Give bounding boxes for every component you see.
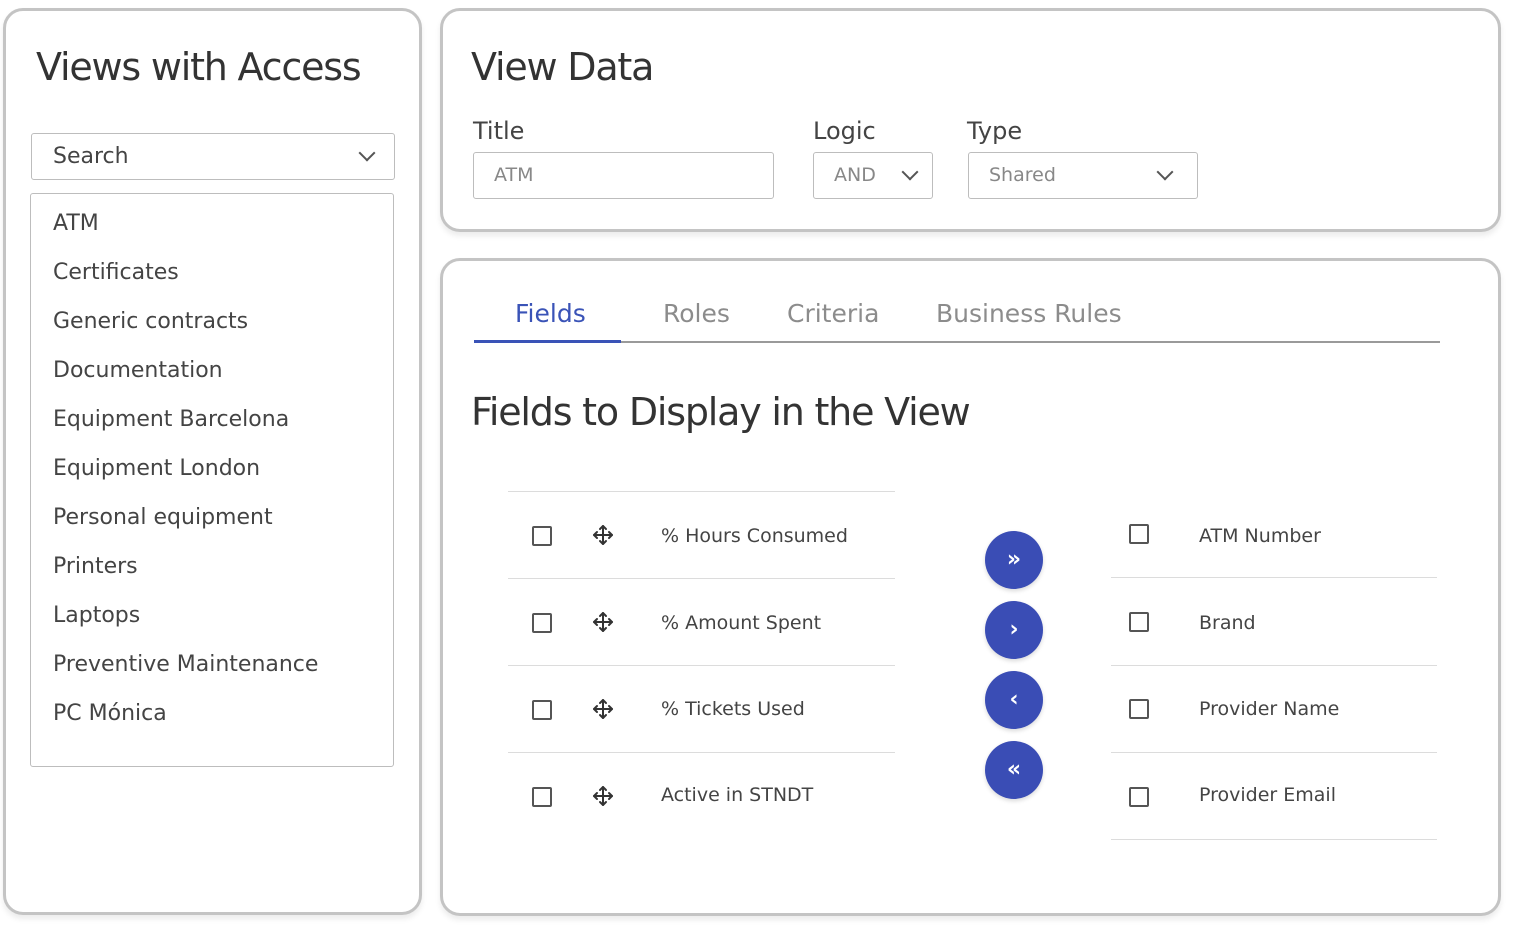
views-panel-title: Views with Access	[36, 45, 362, 89]
list-item-documentation[interactable]: Documentation	[53, 358, 223, 383]
move-icon[interactable]	[592, 611, 614, 633]
tab-fields[interactable]: Fields	[515, 299, 586, 328]
remove-all-button[interactable]: «	[985, 741, 1043, 799]
list-item-pc-monica[interactable]: PC Mónica	[53, 701, 167, 726]
field-name: Provider Email	[1199, 784, 1336, 806]
tab-business-rules[interactable]: Business Rules	[936, 299, 1122, 328]
field-checkbox[interactable]	[1129, 699, 1149, 719]
move-icon[interactable]	[592, 524, 614, 546]
field-checkbox[interactable]	[532, 700, 552, 720]
logic-label: Logic	[813, 117, 876, 145]
type-label: Type	[967, 117, 1023, 145]
list-item-personal-equipment[interactable]: Personal equipment	[53, 505, 273, 530]
field-checkbox[interactable]	[532, 613, 552, 633]
views-list: ATM Certificates Generic contracts Docum…	[30, 193, 394, 767]
remove-button[interactable]: ‹	[985, 671, 1043, 729]
search-dropdown[interactable]: Search	[31, 133, 395, 180]
logic-select[interactable]: AND	[813, 152, 933, 199]
search-dropdown-label: Search	[53, 144, 129, 169]
move-icon[interactable]	[592, 785, 614, 807]
views-with-access-panel: Views with Access Search ATM Certificate…	[3, 8, 422, 915]
field-name: % Hours Consumed	[661, 525, 848, 547]
type-select-value: Shared	[989, 164, 1056, 186]
field-checkbox[interactable]	[1129, 524, 1149, 544]
chevron-down-icon	[901, 163, 919, 181]
row-divider	[1111, 665, 1437, 666]
view-data-title: View Data	[471, 45, 654, 89]
list-item-preventive-maintenance[interactable]: Preventive Maintenance	[53, 652, 318, 677]
list-item-equipment-london[interactable]: Equipment London	[53, 456, 260, 481]
field-checkbox[interactable]	[1129, 612, 1149, 632]
field-name: Provider Name	[1199, 698, 1340, 720]
title-input[interactable]: ATM	[473, 152, 774, 199]
row-divider	[508, 491, 895, 492]
list-item-generic-contracts[interactable]: Generic contracts	[53, 309, 248, 334]
add-all-button[interactable]: »	[985, 531, 1043, 589]
list-item-printers[interactable]: Printers	[53, 554, 138, 579]
type-select[interactable]: Shared	[968, 152, 1198, 199]
title-label: Title	[473, 117, 525, 145]
move-icon[interactable]	[592, 698, 614, 720]
list-item-atm[interactable]: ATM	[53, 211, 99, 236]
chevron-down-icon	[1156, 163, 1174, 181]
field-checkbox[interactable]	[1129, 787, 1149, 807]
fields-section-title: Fields to Display in the View	[471, 390, 971, 434]
field-checkbox[interactable]	[532, 526, 552, 546]
logic-select-value: AND	[834, 164, 876, 186]
add-button[interactable]: ›	[985, 601, 1043, 659]
active-tab-indicator	[474, 340, 621, 343]
row-divider	[508, 665, 895, 666]
field-name: % Tickets Used	[661, 698, 805, 720]
row-divider	[508, 578, 895, 579]
tab-criteria[interactable]: Criteria	[787, 299, 879, 328]
row-divider	[508, 752, 895, 753]
chevron-down-icon	[358, 144, 376, 162]
field-name: Brand	[1199, 612, 1256, 634]
field-name: Active in STNDT	[661, 784, 814, 806]
title-input-value: ATM	[494, 164, 534, 186]
list-item-laptops[interactable]: Laptops	[53, 603, 140, 628]
field-name: % Amount Spent	[661, 612, 822, 634]
view-data-panel: View Data Title ATM Logic AND Type Share…	[440, 8, 1501, 232]
tab-roles[interactable]: Roles	[663, 299, 730, 328]
list-item-equipment-barcelona[interactable]: Equipment Barcelona	[53, 407, 289, 432]
fields-panel: Fields Roles Criteria Business Rules Fie…	[440, 258, 1501, 916]
row-divider	[1111, 839, 1437, 840]
field-name: ATM Number	[1199, 525, 1321, 547]
row-divider	[1111, 577, 1437, 578]
row-divider	[1111, 752, 1437, 753]
list-item-certificates[interactable]: Certificates	[53, 260, 179, 285]
field-checkbox[interactable]	[532, 787, 552, 807]
